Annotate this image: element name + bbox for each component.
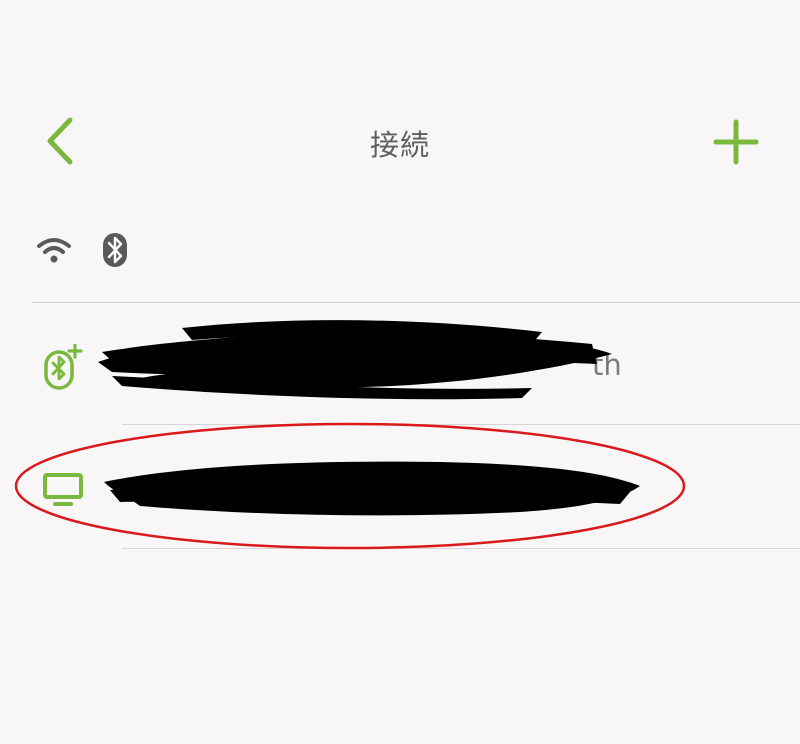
divider bbox=[32, 302, 800, 303]
wifi-icon bbox=[37, 238, 71, 263]
header-bar: 接続 bbox=[0, 100, 800, 180]
redaction-mark bbox=[104, 461, 640, 516]
divider bbox=[122, 548, 800, 549]
bluetooth-device-add-icon bbox=[44, 344, 83, 390]
redaction-mark bbox=[98, 320, 612, 400]
plus-icon bbox=[713, 119, 759, 165]
connection-item-bluetooth[interactable]: th bbox=[0, 304, 800, 424]
add-connection-button[interactable] bbox=[710, 116, 762, 168]
divider bbox=[122, 424, 800, 425]
monitor-icon bbox=[43, 473, 83, 506]
page-title: 接続 bbox=[369, 128, 430, 162]
connection-item-display[interactable] bbox=[0, 426, 800, 546]
bluetooth-icon bbox=[103, 233, 127, 267]
